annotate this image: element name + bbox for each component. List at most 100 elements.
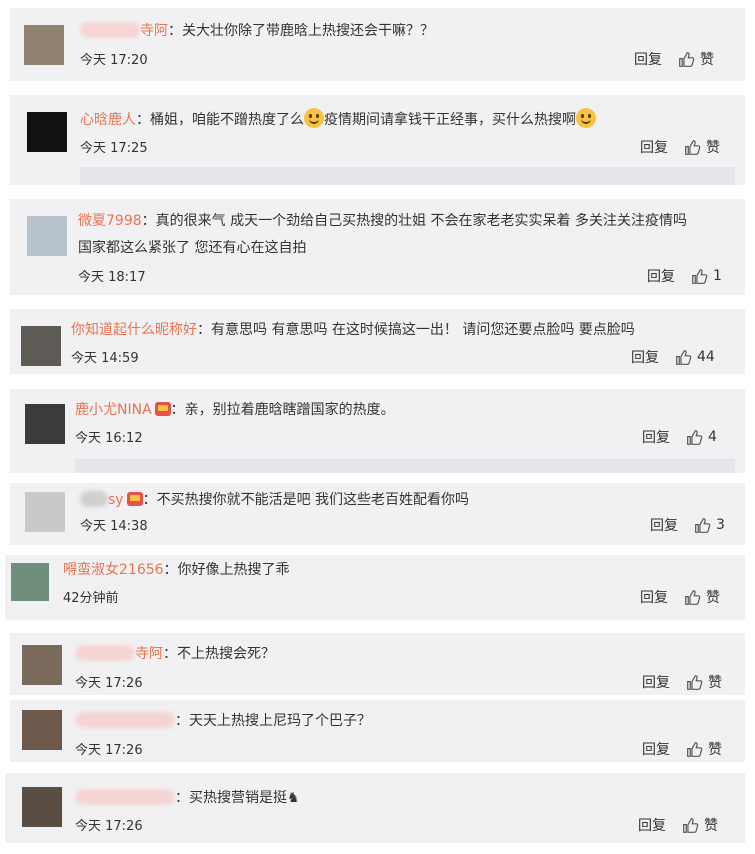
blurred-name [75, 789, 175, 805]
like-button[interactable]: 赞 [686, 739, 722, 759]
comment-text: ：关大壮你除了带鹿晗上热搜还会干嘛？？ [168, 23, 434, 39]
reply-button[interactable]: 回复 [650, 515, 678, 535]
comment-actions: 回复 4 [642, 427, 717, 447]
like-button[interactable]: 赞 [678, 49, 714, 69]
reply-button[interactable]: 回复 [640, 137, 668, 157]
reply-button[interactable]: 回复 [634, 49, 662, 69]
comment-actions: 回复 赞 [634, 49, 714, 69]
avatar[interactable] [22, 645, 62, 685]
reply-button[interactable]: 回复 [642, 427, 670, 447]
comment-text: ：天天上热搜上尼玛了个巴子？ [175, 713, 371, 729]
comment-card: 微夏7998：真的很来气 成天一个劲给自己买热搜的壮姐 不会在家老老实实呆着 多… [10, 199, 745, 295]
thumbs-up-icon [679, 51, 695, 67]
comment-actions: 回复 44 [631, 347, 715, 367]
like-button[interactable]: 4 [686, 429, 717, 446]
like-button[interactable]: 44 [675, 349, 715, 366]
comment-card: 寺阿：关大壮你除了带鹿晗上热搜还会干嘛？？ 今天 17:20 回复 赞 [10, 8, 745, 81]
timestamp: 今天 17:26 [75, 676, 143, 691]
like-button[interactable]: 3 [694, 517, 725, 534]
comment-card: 鹿小尤NINA ：亲，别拉着鹿晗瞎蹭国家的热度。 今天 16:12 回复 4 [10, 389, 745, 473]
timestamp: 今天 17:26 [75, 819, 143, 834]
thumbs-up-icon [692, 268, 708, 284]
like-count: 3 [716, 517, 725, 533]
thumbs-up-icon [687, 429, 703, 445]
sub-reply-box [80, 167, 735, 185]
blurred-name [75, 645, 135, 661]
reply-button[interactable]: 回复 [647, 266, 675, 286]
like-button[interactable]: 赞 [684, 137, 720, 157]
avatar[interactable] [11, 563, 49, 601]
reply-button[interactable]: 回复 [631, 347, 659, 367]
thumbs-up-icon [683, 817, 699, 833]
timestamp: 42分钟前 [63, 591, 119, 606]
username[interactable]: 鹿小尤NINA [75, 402, 152, 418]
like-count: 4 [708, 429, 717, 445]
like-count: 赞 [708, 675, 722, 691]
comment-text: ：有意思吗 有意思吗 在这时候搞这一出！ 请问您还要点脸吗 要点脸吗 [197, 322, 635, 338]
username[interactable]: 嘚蛮淑女21656 [63, 562, 164, 578]
smile-emoji-icon [576, 108, 596, 128]
comment-text: ：买热搜营销是挺 [175, 790, 287, 806]
comment-actions: 回复 赞 [640, 587, 720, 607]
comment-actions: 回复 赞 [642, 739, 722, 759]
comment-text-cont: 国家都这么紧张了 您还有心在这自拍 [78, 240, 307, 256]
blurred-name [75, 712, 175, 728]
thumbs-up-icon [687, 741, 703, 757]
like-count: 赞 [700, 52, 714, 68]
avatar[interactable] [27, 216, 67, 256]
like-button[interactable]: 赞 [686, 672, 722, 692]
comment-card: 嘚蛮淑女21656：你好像上热搜了乖 42分钟前 回复 赞 [5, 555, 745, 620]
like-count: 赞 [706, 140, 720, 156]
timestamp: 今天 17:26 [75, 743, 143, 758]
sub-reply-box [75, 459, 735, 473]
comment-card: 你知道起什么昵称好：有意思吗 有意思吗 在这时候搞这一出！ 请问您还要点脸吗 要… [10, 309, 745, 374]
like-button[interactable]: 赞 [684, 587, 720, 607]
timestamp: 今天 18:17 [78, 270, 146, 285]
comment-card: 心晗鹿人：桶姐，咱能不蹭热度了么 疫情期间请拿钱干正经事，买什么热搜啊 今天 17… [10, 95, 745, 185]
reply-button[interactable]: 回复 [642, 739, 670, 759]
username[interactable]: 微夏7998 [78, 213, 142, 229]
username[interactable]: 寺阿 [135, 646, 163, 662]
smile-emoji-icon [304, 108, 324, 128]
reply-button[interactable]: 回复 [638, 815, 666, 835]
comment-text-cont: 疫情期间请拿钱干正经事，买什么热搜啊 [324, 112, 576, 128]
avatar[interactable] [24, 25, 64, 65]
like-button[interactable]: 赞 [682, 815, 718, 835]
timestamp: 今天 14:38 [80, 519, 148, 534]
comment-text: ：亲，别拉着鹿晗瞎蹭国家的热度。 [170, 402, 395, 418]
avatar[interactable] [22, 710, 62, 750]
username[interactable]: 心晗鹿人 [80, 112, 136, 128]
comment-text: ：不上热搜会死？ [163, 646, 275, 662]
comment-card: 寺阿：不上热搜会死？ 今天 17:26 回复 赞 [10, 633, 745, 695]
thumbs-up-icon [676, 349, 692, 365]
timestamp: 今天 17:20 [80, 53, 148, 68]
thumbs-up-icon [685, 589, 701, 605]
like-button[interactable]: 1 [691, 268, 722, 285]
reply-button[interactable]: 回复 [642, 672, 670, 692]
avatar[interactable] [22, 787, 62, 827]
blurred-name [80, 22, 140, 38]
timestamp: 今天 14:59 [71, 351, 139, 366]
comment-text: ：你好像上热搜了乖 [163, 562, 290, 578]
username[interactable]: sy [108, 492, 124, 508]
comment-text: ：真的很来气 成天一个劲给自己买热搜的壮姐 不会在家老老实实呆着 多关注关注疫情… [141, 213, 687, 229]
avatar[interactable] [21, 326, 61, 366]
avatar[interactable] [27, 112, 67, 152]
avatar[interactable] [25, 492, 65, 532]
comment-actions: 回复 1 [647, 266, 722, 286]
vip-badge-icon [154, 402, 171, 416]
timestamp: 今天 17:25 [80, 141, 148, 156]
reply-button[interactable]: 回复 [640, 587, 668, 607]
avatar[interactable] [25, 404, 65, 444]
like-count: 赞 [706, 590, 720, 606]
like-count: 44 [697, 349, 715, 365]
comment-actions: 回复 赞 [642, 672, 722, 692]
username[interactable]: 寺阿 [140, 23, 168, 39]
username[interactable]: 你知道起什么昵称好 [71, 322, 197, 338]
comment-actions: 回复 赞 [640, 137, 720, 157]
comment-card: ：买热搜营销是挺♞ 今天 17:26 回复 赞 [5, 773, 745, 843]
like-count: 赞 [708, 742, 722, 758]
comment-actions: 回复 赞 [638, 815, 718, 835]
comment-card: sy ：不买热搜你就不能活是吧 我们这些老百姓配看你吗 今天 14:38 回复 3 [10, 483, 745, 545]
comment-card: ：天天上热搜上尼玛了个巴子？ 今天 17:26 回复 赞 [10, 700, 745, 762]
